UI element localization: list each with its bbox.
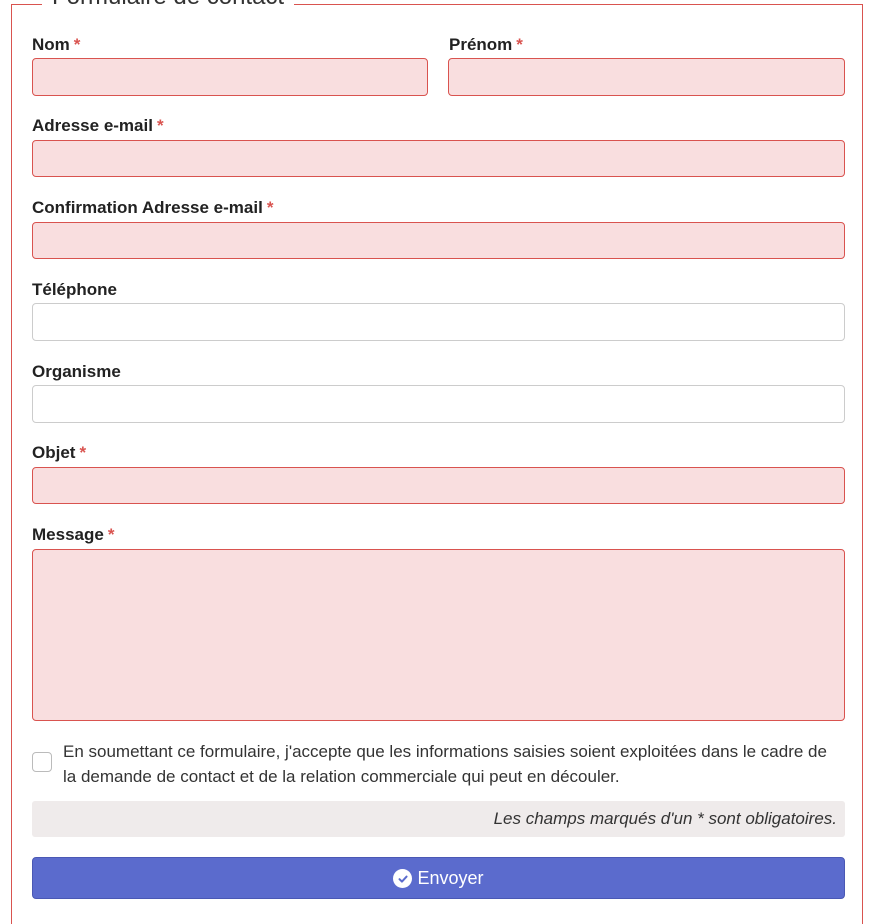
submit-label: Envoyer	[417, 868, 484, 888]
email-label-text: Adresse e-mail	[32, 116, 153, 135]
required-asterisk: *	[266, 198, 274, 217]
message-label: Message *	[32, 525, 114, 545]
organisme-label: Organisme	[32, 362, 121, 382]
objet-input[interactable]	[32, 467, 845, 504]
objet-label-text: Objet	[32, 443, 76, 462]
consent-text: En soumettant ce formulaire, j'accepte q…	[63, 742, 827, 786]
required-fields-note: Les champs marqués d'un * sont obligatoi…	[32, 801, 845, 837]
email-label: Adresse e-mail *	[32, 116, 164, 136]
required-asterisk: *	[79, 443, 87, 462]
form-legend: Formulaire de contact	[42, 0, 295, 9]
nom-label: Nom *	[32, 35, 80, 55]
email-confirm-input[interactable]	[32, 222, 845, 259]
prenom-input[interactable]	[448, 58, 845, 96]
message-textarea[interactable]	[32, 549, 845, 721]
consent-checkbox[interactable]	[32, 752, 52, 772]
prenom-label-text: Prénom	[449, 35, 513, 54]
email-input[interactable]	[32, 140, 845, 177]
required-asterisk: *	[73, 35, 81, 54]
telephone-label: Téléphone	[32, 280, 117, 300]
required-asterisk: *	[156, 116, 164, 135]
telephone-input[interactable]	[32, 303, 845, 341]
email-confirm-label: Confirmation Adresse e-mail *	[32, 198, 273, 218]
required-asterisk: *	[516, 35, 523, 54]
prenom-label: Prénom *	[449, 35, 523, 55]
message-label-text: Message	[32, 525, 104, 544]
nom-input[interactable]	[32, 58, 428, 96]
required-asterisk: *	[107, 525, 115, 544]
nom-label-text: Nom	[32, 35, 70, 54]
check-circle-icon	[393, 869, 413, 888]
form-title: Formulaire de contact	[52, 0, 284, 9]
organisme-label-text: Organisme	[32, 362, 121, 381]
email-confirm-label-text: Confirmation Adresse e-mail	[32, 198, 263, 217]
telephone-label-text: Téléphone	[32, 280, 118, 299]
organisme-input[interactable]	[32, 385, 845, 423]
objet-label: Objet *	[32, 443, 86, 463]
submit-button[interactable]: Envoyer	[32, 857, 845, 899]
